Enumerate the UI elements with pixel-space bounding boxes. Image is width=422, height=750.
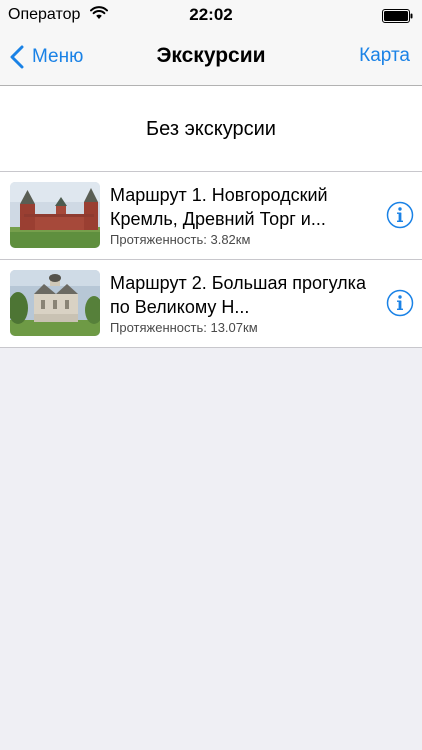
route-title: Маршрут 1. Новгородский Кремль, Древний …: [110, 185, 328, 229]
map-button[interactable]: Карта: [359, 44, 410, 68]
info-icon[interactable]: [386, 201, 414, 229]
info-icon[interactable]: [386, 289, 414, 317]
battery-icon: [382, 9, 414, 23]
back-button[interactable]: Меню: [10, 42, 83, 72]
page-title: Экскурсии: [156, 44, 266, 67]
no-tour-label: Без экскурсии: [146, 117, 276, 140]
no-tour-row[interactable]: Без экскурсии: [0, 86, 422, 172]
back-button-label: Меню: [32, 46, 84, 67]
kremlin-wall-photo: [10, 182, 100, 248]
status-time: 22:02: [189, 5, 233, 24]
route-row[interactable]: Маршрут 2. Большая прогулка по Великому …: [0, 259, 422, 347]
status-bar: Оператор 22:02: [0, 0, 422, 30]
route-length: Протяженность: 13.07км: [110, 320, 258, 335]
white-church-photo: [10, 270, 100, 336]
route-title: Маршрут 2. Большая прогулка по Великому …: [110, 273, 366, 317]
chevron-left-icon: [10, 45, 24, 69]
route-list: Маршрут 1. Новгородский Кремль, Древний …: [0, 172, 422, 348]
route-row[interactable]: Маршрут 1. Новгородский Кремль, Древний …: [0, 172, 422, 259]
navigation-bar: Меню Экскурсии Карта: [0, 30, 422, 86]
route-length: Протяженность: 3.82км: [110, 232, 251, 247]
